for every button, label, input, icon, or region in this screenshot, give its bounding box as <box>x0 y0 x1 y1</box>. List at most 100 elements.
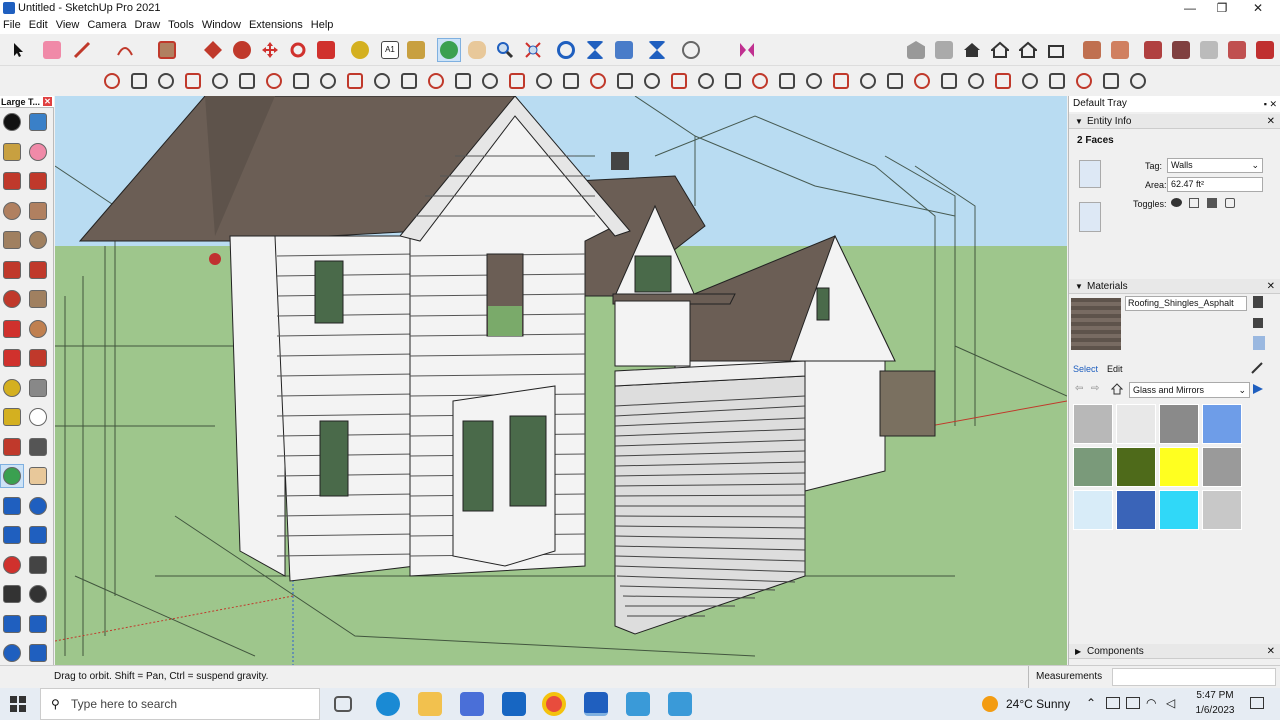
3d-warehouse-icon[interactable] <box>554 38 578 62</box>
extension-tool-icon[interactable] <box>829 69 853 93</box>
home-icon[interactable] <box>1110 383 1124 395</box>
notifications-icon[interactable] <box>1250 697 1264 709</box>
palette-tool-icon[interactable] <box>26 258 50 282</box>
material-swatch[interactable] <box>1202 447 1242 487</box>
maximize-button[interactable]: ❐ <box>1204 0 1240 17</box>
style-wireframe-icon[interactable] <box>1141 38 1165 62</box>
menu-edit[interactable]: Edit <box>25 17 52 34</box>
move-tool-icon[interactable] <box>258 38 282 62</box>
extension-tool-icon[interactable] <box>343 69 367 93</box>
battery-icon[interactable] <box>1126 697 1140 709</box>
model-viewport[interactable] <box>55 96 1067 665</box>
extension-tool-icon[interactable] <box>451 69 475 93</box>
network-icon[interactable] <box>1106 697 1120 709</box>
material-name-field[interactable]: Roofing_Shingles_Asphalt <box>1125 296 1247 311</box>
material-swatch[interactable] <box>1202 404 1242 444</box>
taskbar-search-box[interactable]: ⚲ Type here to search <box>40 688 320 720</box>
default-material-icon[interactable] <box>1253 336 1265 350</box>
palette-tool-icon[interactable] <box>0 612 24 636</box>
panel-close-icon[interactable]: ✕ <box>1267 114 1275 129</box>
weather-sun-icon[interactable] <box>982 696 998 712</box>
material-library-dropdown[interactable]: Glass and Mirrors ⌄ <box>1129 382 1250 398</box>
line-tool-icon[interactable] <box>70 38 94 62</box>
palette-tool-icon[interactable] <box>26 612 50 636</box>
show-hidden-icons-chevron-icon[interactable]: ⌃ <box>1086 696 1096 710</box>
material-swatch[interactable] <box>1159 447 1199 487</box>
panel-close-icon[interactable]: ✕ <box>1267 279 1275 294</box>
edge-browser-icon[interactable] <box>376 692 400 716</box>
minimize-button[interactable]: — <box>1172 0 1208 17</box>
windows-start-icon[interactable] <box>10 696 26 712</box>
material-swatch[interactable] <box>1202 490 1242 530</box>
material-swatch[interactable] <box>1159 490 1199 530</box>
extension-tool-icon[interactable] <box>883 69 907 93</box>
palette-tool-icon[interactable] <box>0 110 24 134</box>
extension-tool-icon[interactable] <box>316 69 340 93</box>
sample-paint-icon[interactable] <box>1251 362 1263 374</box>
palette-tool-icon[interactable] <box>26 140 50 164</box>
material-swatch[interactable] <box>1116 447 1156 487</box>
extension-tool-icon[interactable] <box>424 69 448 93</box>
palette-tool-icon[interactable] <box>0 494 24 518</box>
zoom-extents-tool-icon[interactable] <box>521 38 545 62</box>
palette-tool-icon[interactable] <box>0 228 24 252</box>
extension-tool-icon[interactable] <box>748 69 772 93</box>
palette-tool-icon[interactable] <box>26 376 50 400</box>
extension-tool-icon[interactable] <box>208 69 232 93</box>
extension-tool-icon[interactable] <box>559 69 583 93</box>
task-view-icon[interactable] <box>334 696 352 712</box>
extension-tool-icon[interactable] <box>100 69 124 93</box>
face-front-material-icon[interactable] <box>1079 160 1101 188</box>
extension-manager-icon[interactable] <box>645 38 669 62</box>
extension-tool-icon[interactable] <box>910 69 934 93</box>
account-icon[interactable] <box>679 38 703 62</box>
clock-time[interactable]: 5:47 PM <box>1190 690 1240 701</box>
palette-tool-icon[interactable] <box>26 523 50 547</box>
layout-icon[interactable] <box>612 38 636 62</box>
material-swatch[interactable] <box>1073 404 1113 444</box>
palette-tool-icon[interactable] <box>26 553 50 577</box>
details-arrow-icon[interactable] <box>1253 384 1263 394</box>
push-pull-tool-icon[interactable] <box>201 38 225 62</box>
taskbar-app-icon-2[interactable] <box>668 692 692 716</box>
extension-tool-icon[interactable] <box>289 69 313 93</box>
tag-dropdown[interactable]: Walls ⌄ <box>1167 158 1263 173</box>
menu-tools[interactable]: Tools <box>164 17 198 34</box>
tape-measure-tool-icon[interactable] <box>348 38 372 62</box>
measurements-input[interactable] <box>1112 668 1276 686</box>
extension-tool-icon[interactable] <box>991 69 1015 93</box>
extension-tool-icon[interactable] <box>721 69 745 93</box>
extension-tool-icon[interactable] <box>640 69 664 93</box>
wifi-icon[interactable]: ◠ <box>1146 696 1156 710</box>
extension-tool-icon[interactable] <box>1045 69 1069 93</box>
extension-tool-icon[interactable] <box>613 69 637 93</box>
palette-tool-icon[interactable] <box>26 582 50 606</box>
extension-tool-icon[interactable] <box>586 69 610 93</box>
menu-file[interactable]: File <box>0 17 25 34</box>
palette-tool-icon[interactable] <box>26 317 50 341</box>
extension-tool-icon[interactable] <box>1126 69 1150 93</box>
style-monochrome-icon[interactable] <box>1253 38 1277 62</box>
extension-tool-icon[interactable] <box>397 69 421 93</box>
menu-camera[interactable]: Camera <box>83 17 130 34</box>
material-swatch[interactable] <box>1073 490 1113 530</box>
view-left-icon[interactable] <box>1044 38 1068 62</box>
extension-tool-icon[interactable] <box>775 69 799 93</box>
menu-help[interactable]: Help <box>307 17 338 34</box>
extension-tool-icon[interactable] <box>478 69 502 93</box>
close-button[interactable]: ✕ <box>1240 0 1276 17</box>
follow-me-tool-icon[interactable] <box>230 38 254 62</box>
material-swatch[interactable] <box>1116 404 1156 444</box>
lock-icon[interactable] <box>1189 198 1199 208</box>
taskbar-app-icon-1[interactable] <box>626 692 650 716</box>
palette-tool-icon[interactable] <box>0 582 24 606</box>
area-value-field[interactable]: 62.47 ft² <box>1167 177 1263 192</box>
palette-tool-icon[interactable] <box>0 317 24 341</box>
extension-warehouse-icon[interactable] <box>583 38 607 62</box>
weather-text[interactable]: 24°C Sunny <box>1006 697 1070 711</box>
extension-tool-icon[interactable] <box>937 69 961 93</box>
palette-tool-icon[interactable] <box>0 169 24 193</box>
back-arrow-icon[interactable]: ⇦ <box>1075 383 1083 394</box>
paint-bucket-tool-icon[interactable] <box>404 38 428 62</box>
arc-tool-icon[interactable] <box>113 38 137 62</box>
